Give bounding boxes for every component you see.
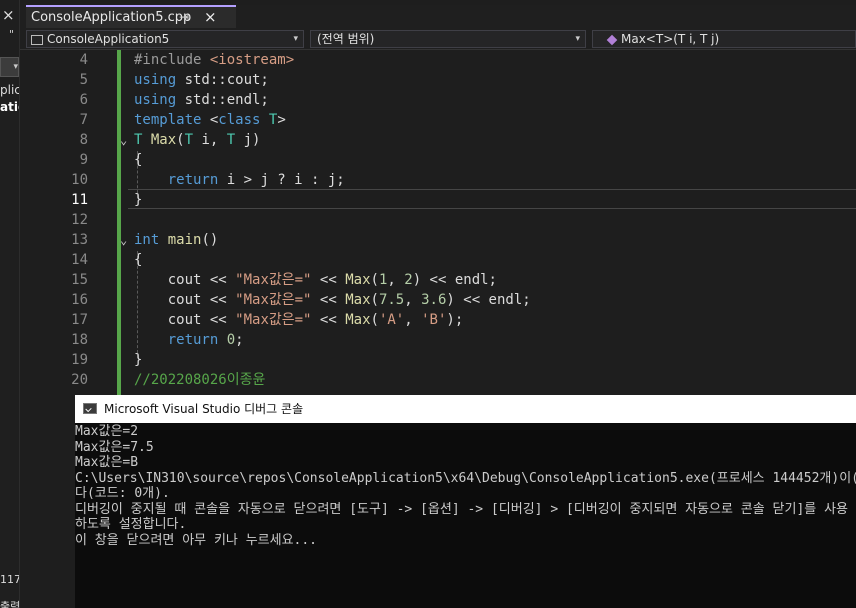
panel-text-clipped-1: plic — [0, 83, 20, 97]
scope-combo[interactable]: (전역 범위) ▾ — [310, 30, 586, 48]
console-line: Max값은=B — [75, 455, 139, 470]
member-combo[interactable]: Max<T>(T i, T j) — [592, 30, 856, 48]
code-text: cout << "Max값은=" << Max('A', 'B'); — [134, 312, 464, 328]
console-line: 하도록 설정합니다. — [75, 517, 187, 532]
console-line: 디버깅이 중지될 때 콘솔을 자동으로 닫으려면 [도구] -> [옵션] ->… — [75, 501, 849, 517]
code-line[interactable]: 10 return i > j ? i : j; — [20, 170, 856, 190]
line-number: 5 — [79, 72, 88, 88]
code-line[interactable]: 5 using std::cout; — [20, 70, 856, 90]
close-icon[interactable]: × — [204, 8, 217, 26]
fold-toggle-icon[interactable]: ⌄ — [120, 130, 127, 150]
code-line[interactable]: 19} — [20, 350, 856, 370]
pin-icon[interactable]: ⇥ — [179, 10, 189, 24]
chevron-down-icon: ▾ — [293, 34, 298, 44]
code-line[interactable]: 7 template <class T> — [20, 110, 856, 130]
line-number: 15 — [71, 272, 88, 288]
code-line[interactable]: 15 cout << "Max값은=" << Max(1, 2) << endl… — [20, 270, 856, 290]
code-line[interactable]: 16 cout << "Max값은=" << Max(7.5, 3.6) << … — [20, 290, 856, 310]
code-line[interactable]: 20 //202208026이종윤 — [20, 370, 856, 390]
code-line[interactable]: 17 cout << "Max값은=" << Max('A', 'B'); — [20, 310, 856, 330]
project-combo[interactable]: ConsoleApplication5 ▾ — [26, 30, 304, 48]
project-icon — [31, 34, 43, 45]
quote-glyph: " — [9, 28, 15, 41]
code-text: template <class T> — [134, 112, 286, 128]
output-tab[interactable]: 출력 — [0, 598, 19, 608]
code-text: return 0; — [167, 332, 244, 348]
code-text: } — [134, 352, 143, 368]
code-text: { — [134, 252, 143, 268]
tab-consoleapplication5-cpp[interactable]: ConsoleApplication5.cpp ⇥ × — [26, 5, 236, 28]
console-line: Max값은=2 — [75, 424, 139, 439]
line-number: 19 — [71, 352, 88, 368]
code-line[interactable]: 13 ⌄ int main() — [20, 230, 856, 250]
line-number: 18 — [71, 332, 88, 348]
code-line[interactable]: 4 #include <iostream> — [20, 50, 856, 70]
code-text: { — [134, 152, 143, 168]
code-text: T Max(T i, T j) — [134, 132, 261, 148]
line-number: 12 — [71, 212, 88, 228]
console-line: 다(코드: 0개). — [75, 486, 170, 501]
tab-label: ConsoleApplication5.cpp — [31, 10, 192, 25]
code-text: #include <iostream> — [134, 52, 295, 68]
line-number: 8 — [79, 132, 88, 148]
code-text: cout << "Max값은=" << Max(1, 2) << endl; — [134, 272, 497, 288]
code-line[interactable]: 12 — [20, 210, 856, 230]
line-number: 11 — [71, 192, 88, 208]
console-output: Max값은=2 Max값은=7.5 Max값은=B C:\Users\IN310\so… — [75, 424, 856, 548]
console-line: 이 창을 닫으려면 아무 키나 누르세요... — [75, 532, 318, 548]
line-number: 4 — [79, 52, 88, 68]
project-name: ConsoleApplication5 — [47, 32, 170, 46]
code-line[interactable]: 6 using std::endl; — [20, 90, 856, 110]
panel-dropdown[interactable]: ▾ — [0, 57, 19, 77]
code-line[interactable]: 9{ — [20, 150, 856, 170]
line-number: 16 — [71, 292, 88, 308]
code-editor[interactable]: 4 #include <iostream>5 using std::cout;6 us… — [20, 50, 856, 395]
console-app-icon — [83, 403, 97, 414]
navigation-bar: ConsoleApplication5 ▾ (전역 범위) ▾ Max<T>(T… — [20, 29, 856, 50]
code-text: using std::cout; — [134, 72, 269, 88]
function-cube-icon — [606, 34, 618, 45]
code-text: using std::endl; — [134, 92, 269, 108]
chevron-down-icon: ▾ — [575, 34, 580, 44]
line-number: 6 — [79, 92, 88, 108]
console-line: Max값은=7.5 — [75, 439, 154, 455]
line-number: 17 — [71, 312, 88, 328]
console-title-bar[interactable]: Microsoft Visual Studio 디버그 콘솔 — [75, 395, 856, 423]
member-name: Max<T>(T i, T j) — [621, 32, 720, 46]
scope-name: (전역 범위) — [317, 32, 375, 46]
code-line[interactable]: 18 return 0; — [20, 330, 856, 350]
line-number: 7 — [79, 112, 88, 128]
line-number: 20 — [71, 372, 88, 388]
close-icon[interactable]: × — [2, 6, 15, 24]
console-line: C:\Users\IN310\source\repos\ConsoleAppli… — [75, 470, 856, 486]
code-text: int main() — [134, 232, 219, 248]
code-text: return i > j ? i : j; — [167, 172, 345, 188]
code-text: //202208026이종윤 — [134, 372, 266, 388]
line-number: 14 — [71, 252, 88, 268]
fold-toggle-icon[interactable]: ⌄ — [120, 230, 127, 250]
solution-explorer-panel-edge: × " ▾ plic atio 117 % 출력 — [0, 0, 20, 608]
code-line[interactable]: 11} — [20, 190, 856, 210]
zoom-level[interactable]: 117 % — [0, 573, 19, 586]
debug-console-window[interactable]: Microsoft Visual Studio 디버그 콘솔 Max값은=2 Ma… — [75, 395, 856, 608]
code-line[interactable]: 8 ⌄ T Max(T i, T j) — [20, 130, 856, 150]
code-line[interactable]: 14 { — [20, 250, 856, 270]
document-tab-bar: ConsoleApplication5.cpp ⇥ × — [20, 5, 856, 29]
line-number: 9 — [79, 152, 88, 168]
line-number: 13 — [71, 232, 88, 248]
code-text: } — [134, 192, 143, 208]
line-number: 10 — [71, 172, 88, 188]
code-text: cout << "Max값은=" << Max(7.5, 3.6) << end… — [134, 292, 531, 308]
panel-text-clipped-2: atio — [0, 100, 19, 114]
console-title: Microsoft Visual Studio 디버그 콘솔 — [104, 402, 304, 416]
